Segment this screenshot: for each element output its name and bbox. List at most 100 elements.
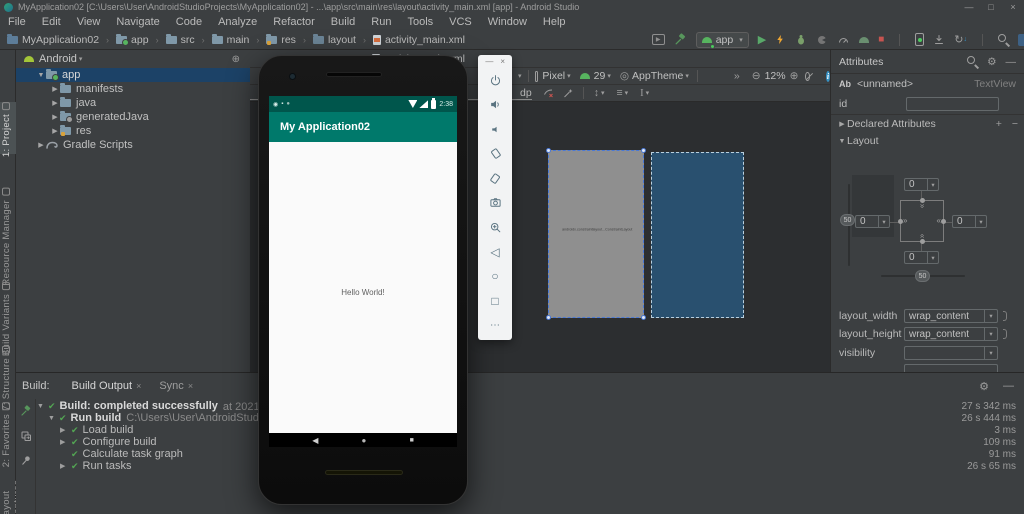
expand-arrow-icon[interactable]: ▶: [50, 113, 60, 121]
selection-handle[interactable]: [546, 148, 551, 153]
nav-back-icon[interactable]: ◀: [312, 436, 318, 445]
device-manager-icon[interactable]: [915, 33, 925, 46]
theme-selector[interactable]: AppTheme: [629, 70, 683, 82]
build-row[interactable]: ▶ ✔ Run tasks: [60, 460, 131, 472]
menu-analyze[interactable]: Analyze: [210, 16, 265, 28]
menu-tools[interactable]: Tools: [399, 16, 441, 28]
more-options-button[interactable]: ⋯: [478, 313, 512, 338]
build-hammer-icon[interactable]: [674, 33, 687, 46]
expand-arrow-icon[interactable]: ▶: [60, 438, 71, 446]
margin-right-dropdown[interactable]: 0 ▾: [952, 215, 987, 228]
anchor-right[interactable]: [941, 218, 946, 224]
remove-attribute-icon[interactable]: −: [1012, 118, 1018, 130]
project-view-selector[interactable]: Android ▾ ⊕: [16, 50, 250, 68]
expand-arrow-icon[interactable]: ▶: [50, 99, 60, 107]
build-filter-hammer-icon[interactable]: [20, 405, 32, 417]
debug-icon[interactable]: [795, 33, 807, 46]
tree-item-generatedjava[interactable]: ▶ generatedJava: [16, 110, 250, 124]
expand-arrow-icon[interactable]: ▶: [50, 127, 60, 135]
device-selector[interactable]: Pixel: [538, 70, 565, 82]
export-icon[interactable]: [20, 430, 32, 442]
rotate-left-button[interactable]: [478, 142, 512, 167]
zoom-button[interactable]: [478, 215, 512, 240]
layout-section[interactable]: ▼ Layout: [831, 132, 1024, 150]
run-configuration-selector[interactable]: app ▾: [695, 31, 749, 49]
breadcrumb-src[interactable]: src: [181, 34, 195, 46]
close-tab-icon[interactable]: ×: [184, 381, 201, 391]
visibility-dropdown[interactable]: ▾: [904, 346, 998, 360]
tab-sync[interactable]: Sync: [149, 380, 183, 392]
gear-icon[interactable]: ⚙: [978, 56, 1005, 68]
search-everywhere-icon[interactable]: [998, 34, 1009, 45]
add-attribute-icon[interactable]: +: [986, 118, 1012, 130]
home-button[interactable]: ○: [478, 264, 512, 289]
build-row[interactable]: ▶ ✔ Configure build: [60, 436, 157, 448]
stop-button[interactable]: ■: [878, 34, 884, 45]
tree-item-gradle-scripts[interactable]: ▶ Gradle Scripts: [16, 138, 250, 152]
infer-constraints-icon[interactable]: [562, 87, 575, 99]
search-icon[interactable]: [967, 56, 978, 67]
breadcrumb-layout[interactable]: layout: [328, 34, 356, 46]
run-button[interactable]: ▶: [758, 33, 766, 46]
breadcrumb-app[interactable]: app: [131, 34, 149, 46]
close-tab-icon[interactable]: ×: [132, 381, 149, 391]
menu-vcs[interactable]: VCS: [441, 16, 480, 28]
gradle-sync-icon[interactable]: ↻ ↓: [954, 33, 967, 46]
design-preview[interactable]: androidx.constraintlayout...ConstraintLa…: [546, 148, 646, 320]
expand-arrow-icon[interactable]: ▼: [837, 138, 847, 145]
emulator-minimize-button[interactable]: —: [485, 57, 493, 68]
tree-item-app[interactable]: ▼ app: [16, 68, 250, 82]
rotate-right-button[interactable]: [478, 166, 512, 191]
declared-attributes-section[interactable]: ▶ Declared Attributes + −: [831, 114, 1024, 132]
close-window-button[interactable]: ×: [1002, 2, 1024, 12]
breadcrumb-res[interactable]: res: [281, 34, 296, 46]
guidelines-icon[interactable]: I: [628, 88, 644, 99]
sdk-manager-icon[interactable]: [933, 34, 945, 46]
maximize-window-button[interactable]: □: [980, 2, 1002, 12]
menu-run[interactable]: Run: [363, 16, 399, 28]
build-row[interactable]: ✔ Calculate task graph: [60, 448, 183, 460]
menu-view[interactable]: View: [69, 16, 109, 28]
constraint-box[interactable]: » « » «: [898, 198, 946, 244]
clear-constraints-icon[interactable]: [542, 87, 555, 99]
menu-navigate[interactable]: Navigate: [108, 16, 167, 28]
anchor-top[interactable]: [919, 198, 925, 203]
screenshot-camera-button[interactable]: [478, 191, 512, 216]
more-actions-icon[interactable]: »: [704, 70, 740, 82]
emulator-close-button[interactable]: ×: [500, 57, 505, 68]
menu-file[interactable]: File: [0, 16, 34, 28]
menu-edit[interactable]: Edit: [34, 16, 69, 28]
zoom-to-fit-icon[interactable]: [805, 71, 810, 81]
zoom-in-icon[interactable]: ⊕: [790, 70, 799, 82]
stripe-tab-structure[interactable]: 7: Structure: [1, 346, 12, 411]
back-button[interactable]: ◁: [478, 240, 512, 265]
expand-arrow-icon[interactable]: ▶: [837, 120, 847, 128]
expand-arrow-icon[interactable]: ▶: [50, 85, 60, 93]
api-selector[interactable]: 29: [590, 70, 606, 82]
tree-item-manifests[interactable]: ▶ manifests: [16, 82, 250, 96]
margin-left-dropdown[interactable]: 0 ▾: [855, 215, 890, 228]
menu-help[interactable]: Help: [535, 16, 574, 28]
expand-arrow-icon[interactable]: ▶: [60, 426, 71, 434]
horizontal-bias-badge[interactable]: 50: [915, 270, 930, 282]
align-icon[interactable]: ≡: [604, 87, 622, 99]
margin-top-dropdown[interactable]: 0 ▾: [904, 178, 939, 191]
layout-width-dropdown[interactable]: wrap_content ▾: [904, 309, 998, 323]
expand-arrow-icon[interactable]: ▶: [36, 141, 46, 149]
apply-changes-icon[interactable]: [775, 33, 786, 46]
volume-up-button[interactable]: [478, 93, 512, 118]
menu-code[interactable]: Code: [168, 16, 210, 28]
anchor-bottom[interactable]: [919, 239, 925, 244]
stripe-tab-favorites[interactable]: 2: Favorites: [1, 402, 12, 467]
blueprint-preview[interactable]: [651, 152, 744, 318]
menu-refactor[interactable]: Refactor: [265, 16, 323, 28]
menu-build[interactable]: Build: [323, 16, 363, 28]
selection-handle[interactable]: [546, 315, 551, 320]
overview-button[interactable]: □: [478, 289, 512, 314]
tree-item-java[interactable]: ▶ java: [16, 96, 250, 110]
expand-arrow-icon[interactable]: ▶: [60, 462, 71, 470]
menu-window[interactable]: Window: [480, 16, 535, 28]
selection-handle[interactable]: [641, 315, 646, 320]
vertical-bias-badge[interactable]: 50: [840, 214, 855, 226]
hide-panel-icon[interactable]: —: [1003, 380, 1024, 392]
